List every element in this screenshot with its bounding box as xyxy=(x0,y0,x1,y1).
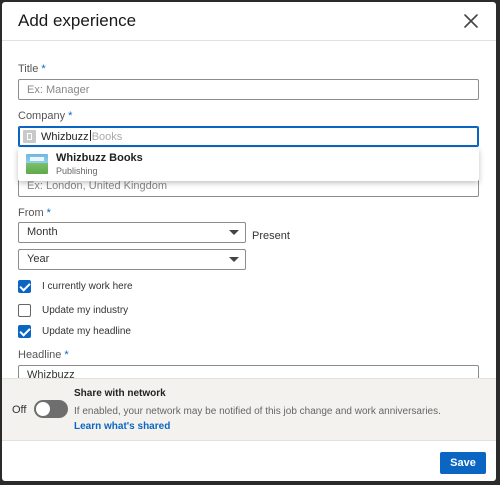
title-label: Title * xyxy=(18,63,46,75)
from-year-select[interactable]: Year xyxy=(18,249,246,270)
save-button[interactable]: Save xyxy=(440,452,486,474)
headline-label: Headline * xyxy=(18,349,69,361)
from-label: From * xyxy=(18,207,51,219)
from-year-value: Year xyxy=(27,253,50,265)
modal-header: Add experience xyxy=(2,2,496,41)
close-button[interactable] xyxy=(460,10,482,32)
update-headline-label: Update my headline xyxy=(42,326,131,337)
required-mark: * xyxy=(41,63,46,75)
share-description: If enabled, your network may be notified… xyxy=(74,404,466,434)
toggle-state-label: Off xyxy=(12,404,27,416)
currently-work-here-checkbox[interactable] xyxy=(18,280,31,293)
required-mark: * xyxy=(64,349,69,361)
company-label-text: Company xyxy=(18,110,66,122)
company-label: Company * xyxy=(18,110,72,122)
share-with-network-section: Off Share with network If enabled, your … xyxy=(2,378,496,441)
title-label-text: Title xyxy=(18,63,39,75)
company-logo-image xyxy=(26,154,48,174)
chevron-down-icon xyxy=(229,230,239,235)
close-icon xyxy=(464,14,478,28)
text-cursor xyxy=(89,130,91,141)
currently-work-here-label: I currently work here xyxy=(42,281,133,292)
share-description-text: If enabled, your network may be notified… xyxy=(74,406,441,417)
from-month-select[interactable]: Month xyxy=(18,222,246,243)
from-month-value: Month xyxy=(27,226,58,238)
location-input-text: Ex: London, United Kingdom xyxy=(27,180,168,192)
company-typed-text: Whizbuzz xyxy=(41,131,89,143)
update-industry-checkbox[interactable] xyxy=(18,304,31,317)
title-input[interactable] xyxy=(18,79,479,100)
add-experience-modal: Add experience Title* Company* WhizbuzzB… xyxy=(2,2,496,481)
present-label: Present xyxy=(252,230,290,242)
company-autocomplete-text: Books xyxy=(91,131,123,143)
company-placeholder-logo-icon xyxy=(23,130,36,143)
share-toggle[interactable] xyxy=(34,400,68,418)
required-mark: * xyxy=(46,207,51,219)
company-input-text: Whizbuzz Books xyxy=(41,130,122,143)
suggestion-company-name: Whizbuzz Books xyxy=(56,152,143,164)
from-label-text: From xyxy=(18,207,44,219)
learn-whats-shared-link[interactable]: Learn what's shared xyxy=(74,421,170,432)
company-input[interactable]: Whizbuzz Books xyxy=(18,126,479,147)
company-suggestion-item[interactable]: Whizbuzz Books Publishing xyxy=(18,148,479,181)
suggestion-company-industry: Publishing xyxy=(56,166,98,176)
modal-title: Add experience xyxy=(18,11,137,30)
headline-label-text: Headline xyxy=(18,349,62,361)
chevron-down-icon xyxy=(229,257,239,262)
update-industry-label: Update my industry xyxy=(42,305,129,316)
required-mark: * xyxy=(68,110,73,122)
share-title: Share with network xyxy=(74,388,166,399)
update-headline-checkbox[interactable] xyxy=(18,325,31,338)
